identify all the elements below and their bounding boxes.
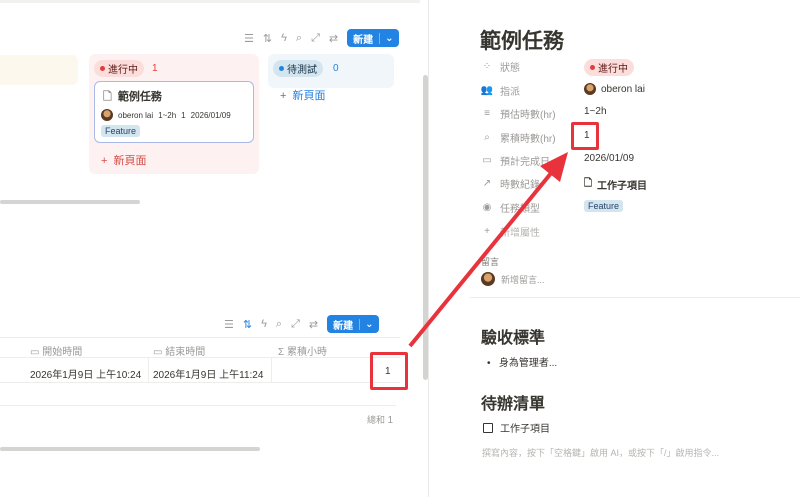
annotation-arrow [408, 152, 568, 348]
